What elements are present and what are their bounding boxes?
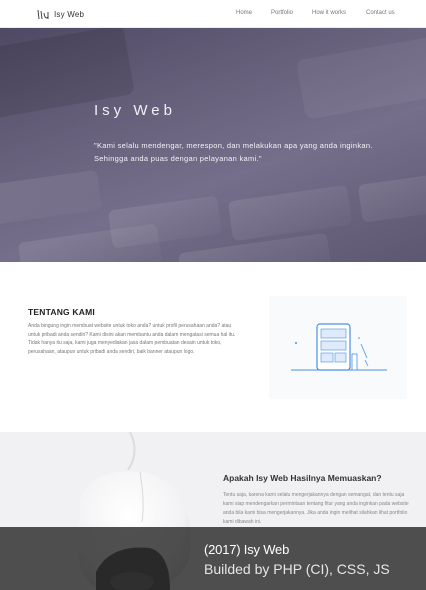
nav-contact-link[interactable]: Contact us (366, 10, 395, 16)
brand-mark-icon (37, 9, 49, 19)
nav-home-link[interactable]: Home (236, 10, 252, 16)
about-title: TENTANG KAMI (28, 307, 95, 317)
about-text: Anda bingung ingin membuat website untuk… (28, 323, 236, 355)
hero-title: Isy Web (94, 102, 176, 119)
about-illustration (269, 296, 407, 399)
nav-portfolio-link[interactable]: Portfolio (271, 10, 293, 16)
brand-name: Isy Web (54, 9, 85, 19)
tablet-illustration-icon (291, 323, 387, 371)
navbar: Isy Web Home Portfolio How it works Cont… (0, 0, 426, 28)
feature-title: Apakah Isy Web Hasilnya Memuaskan? (223, 473, 382, 483)
hero-section: Isy Web "Kami selalu mendengar, merespon… (0, 28, 426, 262)
hero-quote: "Kami selalu mendengar, merespon, dan me… (94, 141, 373, 163)
caption-subtitle: Builded by PHP (CI), CSS, JS (204, 561, 390, 577)
caption-title: (2017) Isy Web (204, 542, 290, 557)
portfolio-caption: (2017) Isy Web Builded by PHP (CI), CSS,… (0, 527, 426, 590)
nav-how-it-works-link[interactable]: How it works (312, 10, 346, 16)
brand-logo[interactable]: Isy Web (36, 7, 84, 21)
feature-text: Tentu saja, karena kami selalu mengerjak… (223, 492, 409, 525)
